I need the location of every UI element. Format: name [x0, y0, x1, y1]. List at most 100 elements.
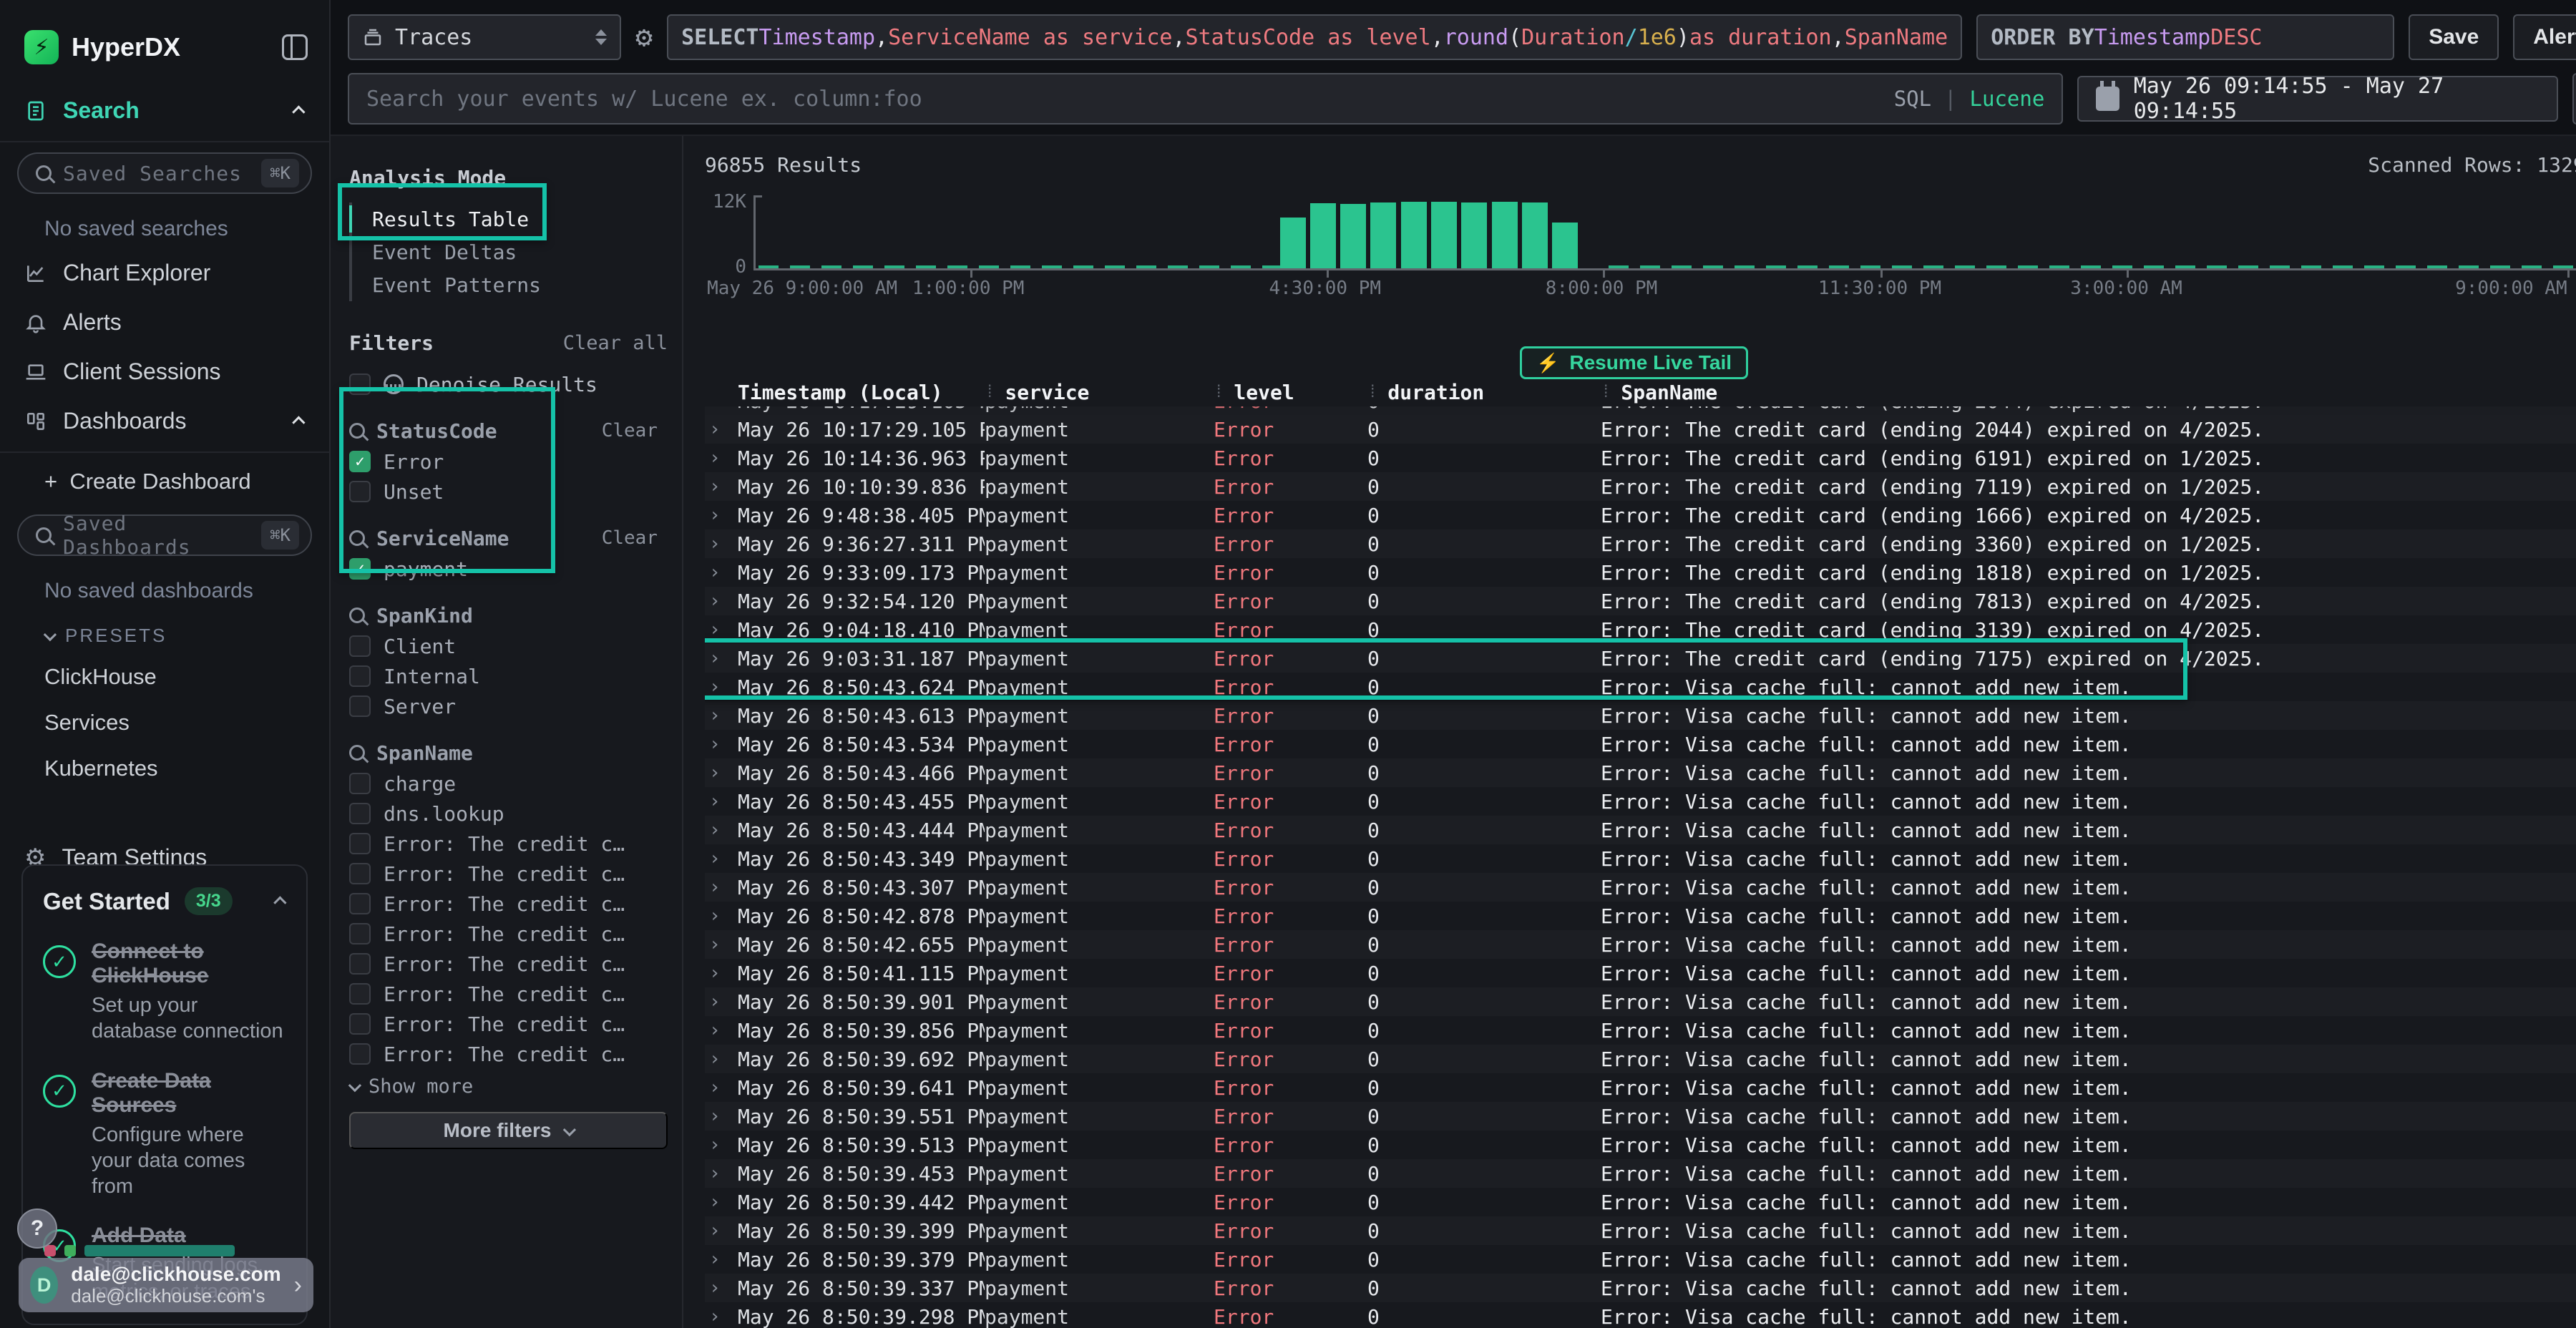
source-select[interactable]: Traces [348, 14, 621, 60]
expand-row-icon[interactable]: › [705, 648, 738, 669]
resume-live-tail-button[interactable]: ⚡ Resume Live Tail [1520, 346, 1748, 379]
saved-searches-input[interactable]: Saved Searches ⌘K [17, 152, 312, 194]
filter-option[interactable]: Error: The credit card … [349, 949, 668, 979]
table-row[interactable]: › May 26 8:50:39.453 PM payment Error 0 … [705, 1159, 2576, 1188]
checkbox-icon[interactable] [349, 695, 371, 717]
table-row[interactable]: › May 26 8:50:39.399 PM payment Error 0 … [705, 1216, 2576, 1245]
save-button[interactable]: Save [2409, 14, 2499, 60]
order-by-editor[interactable]: ORDER BY Timestamp DESC [1976, 14, 2394, 60]
table-row[interactable]: › May 26 8:50:43.455 PM payment Error 0 … [705, 787, 2576, 816]
alerts-button[interactable]: Alerts [2513, 14, 2576, 60]
date-range-picker[interactable]: May 26 09:14:55 - May 27 09:14:55 [2077, 76, 2558, 122]
expand-row-icon[interactable]: › [705, 1163, 738, 1184]
histogram-plot[interactable] [753, 195, 2576, 270]
table-row[interactable]: › May 26 8:50:42.655 PM payment Error 0 … [705, 930, 2576, 959]
checkbox-icon[interactable] [349, 863, 371, 884]
column-header-timestamp[interactable]: Timestamp (Local) [738, 381, 985, 404]
filter-option[interactable]: Unset [349, 477, 668, 507]
drag-handle-icon[interactable]: ⁞ [1601, 381, 1611, 403]
checkbox-icon[interactable] [349, 773, 371, 794]
filter-option[interactable]: Error: The credit card … [349, 919, 668, 949]
filter-option[interactable]: Server [349, 691, 668, 721]
clear-filter-button[interactable]: Clear [602, 420, 668, 441]
show-more-button[interactable]: Show more [349, 1072, 668, 1100]
expand-row-icon[interactable]: › [705, 819, 738, 841]
filter-option[interactable]: Error: The credit card … [349, 859, 668, 889]
get-started-item[interactable]: ✓ Connect to ClickHouse Set up your data… [43, 939, 286, 1045]
collapse-sidebar-icon[interactable] [282, 34, 308, 60]
checkbox-icon[interactable] [349, 374, 371, 395]
filter-option[interactable]: Error: The credit card … [349, 979, 668, 1009]
histogram-bar[interactable] [1431, 202, 1457, 268]
sidebar-item-chart-explorer[interactable]: Chart Explorer [0, 248, 329, 298]
expand-row-icon[interactable]: › [705, 619, 738, 640]
checkbox-icon[interactable] [349, 893, 371, 914]
expand-row-icon[interactable]: › [705, 791, 738, 812]
table-row[interactable]: › May 26 8:50:43.534 PM payment Error 0 … [705, 730, 2576, 758]
filter-option[interactable]: Error: The credit card … [349, 829, 668, 859]
user-menu[interactable]: D dale@clickhouse.com dale@clickhouse.co… [19, 1258, 313, 1312]
table-row[interactable]: › May 26 8:50:43.613 PM payment Error 0 … [705, 701, 2576, 730]
expand-row-icon[interactable]: › [705, 1077, 738, 1098]
table-row[interactable]: › May 26 8:50:39.298 PM payment Error 0 … [705, 1302, 2576, 1328]
preset-kubernetes[interactable]: Kubernetes [0, 746, 329, 791]
drag-handle-icon[interactable]: ⁞ [1367, 381, 1377, 403]
table-row[interactable]: › May 26 8:50:43.624 PM payment Error 0 … [705, 673, 2576, 701]
expand-row-icon[interactable]: › [705, 533, 738, 555]
expand-row-icon[interactable]: › [705, 1191, 738, 1213]
checkbox-icon[interactable] [349, 481, 371, 502]
expand-row-icon[interactable]: › [705, 447, 738, 469]
column-header-duration[interactable]: ⁞duration [1367, 381, 1601, 404]
histogram-bar[interactable] [1370, 202, 1396, 268]
run-query-button[interactable]: ▷ [2572, 73, 2576, 125]
table-row[interactable]: › May 26 8:50:39.551 PM payment Error 0 … [705, 1102, 2576, 1131]
filter-option[interactable]: Error: The credit card … [349, 1009, 668, 1039]
table-row[interactable]: › May 26 8:50:39.337 PM payment Error 0 … [705, 1274, 2576, 1302]
drag-handle-icon[interactable]: ⁞ [1214, 381, 1224, 403]
event-search-input[interactable]: Search your events w/ Lucene ex. column:… [348, 73, 2063, 125]
expand-row-icon[interactable]: › [705, 406, 738, 411]
expand-row-icon[interactable]: › [705, 848, 738, 869]
checkbox-icon[interactable] [349, 635, 371, 657]
checkbox-icon[interactable] [349, 803, 371, 824]
checkbox-icon[interactable]: ✓ [349, 558, 371, 580]
expand-row-icon[interactable]: › [705, 562, 738, 583]
sidebar-item-alerts[interactable]: Alerts [0, 298, 329, 347]
column-header-spanname[interactable]: ⁞SpanName [1601, 381, 2576, 404]
table-row[interactable]: › May 26 8:50:43.466 PM payment Error 0 … [705, 758, 2576, 787]
sql-select-editor[interactable]: SELECT Timestamp, ServiceName as service… [667, 14, 1962, 60]
expand-row-icon[interactable]: › [705, 762, 738, 783]
expand-row-icon[interactable]: › [705, 1306, 738, 1327]
sidebar-item-search[interactable]: Search [0, 86, 329, 135]
column-header-service[interactable]: ⁞service [985, 381, 1214, 404]
table-row[interactable]: › May 26 8:50:39.692 PM payment Error 0 … [705, 1045, 2576, 1073]
expand-row-icon[interactable]: › [705, 905, 738, 927]
more-filters-button[interactable]: More filters [349, 1112, 668, 1149]
table-row[interactable]: › May 26 10:17:29.105 PM payment Error 0… [705, 415, 2576, 444]
checkbox-icon[interactable] [349, 953, 371, 975]
expand-row-icon[interactable]: › [705, 1220, 738, 1241]
histogram-bar[interactable] [1522, 202, 1548, 268]
filter-option[interactable]: Client [349, 631, 668, 661]
expand-row-icon[interactable]: › [705, 877, 738, 898]
histogram-bar[interactable] [1280, 218, 1306, 268]
sidebar-item-client-sessions[interactable]: Client Sessions [0, 347, 329, 396]
filter-option[interactable]: charge [349, 768, 668, 799]
preset-clickhouse[interactable]: ClickHouse [0, 654, 329, 700]
chevron-up-icon[interactable] [273, 896, 286, 909]
table-row[interactable]: › May 26 8:50:39.856 PM payment Error 0 … [705, 1016, 2576, 1045]
table-row[interactable]: › May 26 8:50:42.878 PM payment Error 0 … [705, 902, 2576, 930]
histogram-bar[interactable] [1310, 203, 1336, 268]
checkbox-icon[interactable] [349, 983, 371, 1005]
expand-row-icon[interactable]: › [705, 1134, 738, 1156]
table-row[interactable]: › May 26 8:50:41.115 PM payment Error 0 … [705, 959, 2576, 987]
expand-row-icon[interactable]: › [705, 991, 738, 1012]
checkbox-icon[interactable] [349, 833, 371, 854]
table-row[interactable]: › May 26 8:50:39.641 PM payment Error 0 … [705, 1073, 2576, 1102]
language-lucene-toggle[interactable]: Lucene [1970, 87, 2045, 111]
expand-row-icon[interactable]: › [705, 419, 738, 440]
table-row[interactable]: › May 26 9:04:18.410 PM payment Error 0 … [705, 615, 2576, 644]
preset-services[interactable]: Services [0, 700, 329, 746]
table-row[interactable]: › May 26 10:17:29.105 PM payment Error 0… [705, 406, 2576, 415]
table-row[interactable]: › May 26 8:50:43.444 PM payment Error 0 … [705, 816, 2576, 844]
